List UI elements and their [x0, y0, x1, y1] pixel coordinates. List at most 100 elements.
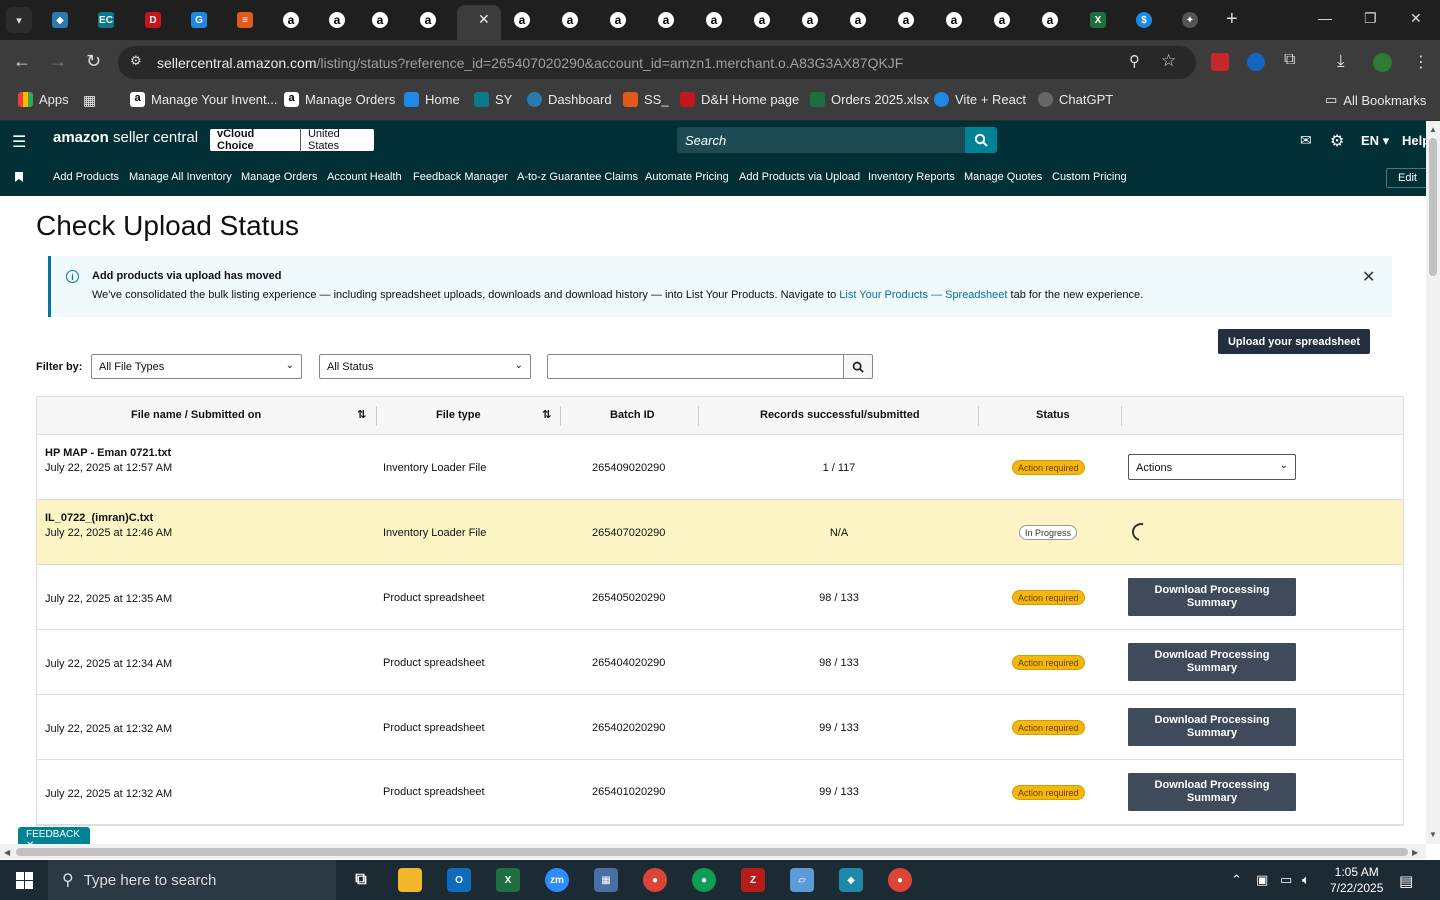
nav-add-products[interactable]: Add Products [53, 171, 119, 183]
forward-icon[interactable]: → [49, 51, 67, 72]
header-search-button[interactable] [965, 127, 997, 153]
back-icon[interactable]: ← [13, 51, 31, 72]
bookmark-star-icon[interactable]: ☆ [1161, 51, 1176, 71]
download-icon[interactable]: ⤓ [1337, 51, 1345, 71]
actions-select[interactable]: Actions ⌄ [1128, 454, 1296, 480]
nav-inventory-reports[interactable]: Inventory Reports [868, 171, 955, 183]
menu-dots-icon[interactable]: ⋮ [1413, 52, 1429, 72]
volume-icon[interactable]: 🔈︎ [1302, 872, 1310, 888]
download-summary-button[interactable]: Download Processing Summary [1128, 773, 1296, 811]
nav-account-health[interactable]: Account Health [327, 171, 402, 183]
sort-icon[interactable]: ⇅ [542, 408, 551, 421]
filter-search-input[interactable] [547, 354, 844, 379]
tab[interactable]: a [894, 8, 918, 32]
minimize-icon[interactable]: — [1318, 10, 1332, 26]
extension-icon[interactable] [1247, 53, 1265, 71]
nav-add-products-upload[interactable]: Add Products via Upload [739, 171, 860, 183]
store-selector[interactable]: vCloud Choice United States [210, 128, 374, 152]
window-close-icon[interactable]: ✕ [1410, 10, 1422, 27]
tab[interactable]: G [187, 8, 211, 32]
scroll-up-arrow-icon[interactable]: ▲ [1429, 125, 1437, 134]
feedback-tab[interactable]: FEEDBACK ✕ [18, 827, 90, 851]
upload-spreadsheet-button[interactable]: Upload your spreadsheet [1218, 329, 1370, 354]
nav-manage-all-inventory[interactable]: Manage All Inventory [129, 171, 232, 183]
tray-app-icon[interactable]: ▣ [1256, 872, 1268, 888]
tab[interactable]: a [368, 8, 392, 32]
bookmark-dashboard[interactable]: Dashboard [527, 92, 612, 107]
taskbar-search[interactable]: ⚲ Type here to search [48, 860, 336, 900]
site-info-icon[interactable]: ⚙ [130, 53, 142, 69]
list-your-products-link[interactable]: List Your Products — Spreadsheet [839, 289, 1007, 301]
status-select[interactable]: All Status ⌄ [319, 354, 531, 379]
alert-close-icon[interactable]: ✕ [1362, 267, 1375, 287]
nav-feedback-manager[interactable]: Feedback Manager [413, 171, 508, 183]
vertical-scroll-thumb[interactable] [1429, 138, 1437, 276]
scroll-left-arrow-icon[interactable]: ◀ [4, 848, 10, 857]
tab[interactable]: a [279, 8, 303, 32]
notification-center-icon[interactable]: ▤ [1399, 872, 1413, 890]
header-file-name[interactable]: File name / Submitted on [131, 409, 261, 421]
bookmark-grid[interactable]: ▦ [83, 92, 96, 109]
filter-search-button[interactable] [843, 354, 873, 379]
settings-gear-icon[interactable]: ⚙ [1330, 131, 1344, 151]
bookmark-home[interactable]: Home [404, 92, 460, 107]
tab[interactable]: a [1038, 8, 1062, 32]
bookmark-sy[interactable]: SY [474, 92, 512, 107]
url-text[interactable]: sellercentral.amazon.com/listing/status?… [157, 55, 903, 71]
sort-icon[interactable]: ⇅ [357, 408, 366, 421]
scroll-right-arrow-icon[interactable]: ▶ [1412, 848, 1418, 857]
windows-start-icon[interactable] [16, 872, 33, 889]
app-icon[interactable]: ◆ [839, 868, 863, 892]
seller-central-logo[interactable]: amazon seller central [53, 129, 198, 146]
bookmark-manage-orders[interactable]: a Manage Orders [284, 92, 395, 107]
network-icon[interactable]: ▭ [1280, 872, 1292, 888]
taskbar-clock[interactable]: 1:05 AM 7/22/2025 [1330, 864, 1383, 896]
task-view-icon[interactable]: ⧉ [349, 868, 373, 892]
outlook-icon[interactable]: O [447, 868, 471, 892]
filezilla-icon[interactable]: Z [741, 868, 765, 892]
tab[interactable]: a [942, 8, 966, 32]
all-bookmarks[interactable]: ▭ All Bookmarks [1325, 92, 1426, 108]
tab[interactable]: a [558, 8, 582, 32]
nav-edit-button[interactable]: Edit [1386, 168, 1429, 188]
tab[interactable]: a [606, 8, 630, 32]
header-search-input[interactable]: Search [677, 127, 965, 153]
tab[interactable]: a [990, 8, 1014, 32]
bookmark-orders-xlsx[interactable]: Orders 2025.xlsx [810, 92, 929, 107]
chrome-profile-icon[interactable]: ● [692, 868, 716, 892]
tab[interactable]: ≡ [233, 8, 257, 32]
tab[interactable]: $ [1132, 8, 1156, 32]
download-summary-button[interactable]: Download Processing Summary [1128, 643, 1296, 681]
bookmark-vite[interactable]: Vite + React [934, 92, 1026, 107]
tray-overflow-icon[interactable]: ⌃ [1231, 872, 1242, 888]
tab[interactable]: X [1086, 8, 1110, 32]
zoom-icon[interactable]: ⚲ [1129, 52, 1140, 70]
tab[interactable]: a [654, 8, 678, 32]
tab[interactable]: D [141, 8, 165, 32]
tab-search-button[interactable]: ▾ [6, 7, 32, 33]
bookmark-dh[interactable]: D&H Home page [680, 92, 799, 107]
file-type-select[interactable]: All File Types ⌄ [91, 354, 302, 379]
tab[interactable]: a [846, 8, 870, 32]
chrome-alt-icon[interactable]: ● [888, 868, 912, 892]
profile-avatar[interactable] [1373, 53, 1392, 72]
tab[interactable]: a [416, 8, 440, 32]
maximize-icon[interactable]: ❐ [1364, 10, 1377, 27]
tab[interactable]: ◆ [48, 8, 72, 32]
tab[interactable]: a [325, 8, 349, 32]
tab[interactable]: a [750, 8, 774, 32]
extension-icon[interactable] [1211, 53, 1229, 71]
close-icon[interactable]: ✕ [478, 11, 490, 28]
nav-manage-quotes[interactable]: Manage Quotes [964, 171, 1042, 183]
new-tab-icon[interactable]: + [1226, 8, 1238, 31]
calculator-icon[interactable]: ▦ [594, 868, 618, 892]
hamburger-menu-icon[interactable]: ☰ [12, 132, 26, 152]
chrome-icon[interactable]: ● [643, 868, 667, 892]
language-selector[interactable]: EN ▾ [1361, 133, 1389, 149]
bookmark-apps[interactable]: Apps [18, 92, 69, 107]
horizontal-scroll-thumb[interactable] [16, 848, 1408, 856]
scroll-down-arrow-icon[interactable]: ▼ [1429, 830, 1437, 839]
notes-app-icon[interactable]: ▱ [790, 868, 814, 892]
tab[interactable]: a [702, 8, 726, 32]
excel-taskbar-icon[interactable]: X [496, 868, 520, 892]
